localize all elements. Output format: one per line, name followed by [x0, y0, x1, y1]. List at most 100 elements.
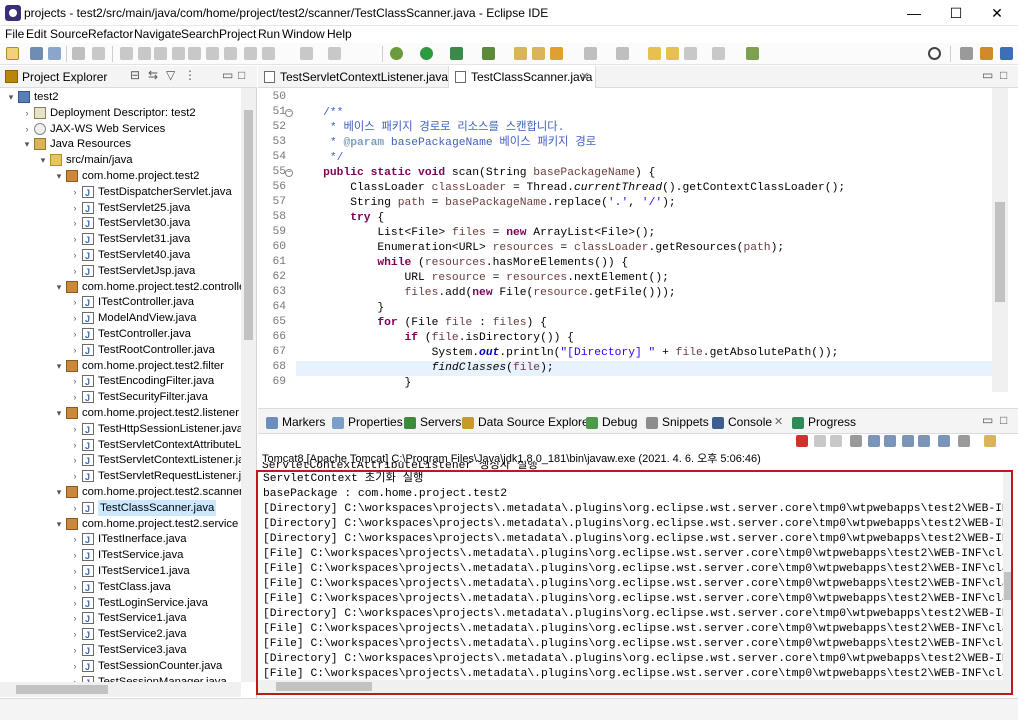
- view-menu-icon[interactable]: ⋮: [184, 68, 196, 82]
- menu-search[interactable]: Search: [181, 27, 219, 41]
- menu-file[interactable]: File: [5, 27, 24, 41]
- display-console-icon[interactable]: [958, 435, 970, 447]
- new-package-icon[interactable]: [532, 47, 545, 60]
- expand-arrow-icon[interactable]: ›: [70, 579, 80, 595]
- open-console-icon[interactable]: [984, 435, 996, 447]
- scroll-thumb[interactable]: [16, 685, 108, 694]
- run-icon[interactable]: [420, 47, 433, 60]
- tree-item[interactable]: ▾ com.home.project.test2.scanner: [0, 484, 241, 500]
- java-perspective-icon[interactable]: [1000, 47, 1013, 60]
- tree-item[interactable]: › TestServletRequestListener.java: [0, 468, 242, 485]
- tab-testclassscanner[interactable]: TestClassScanner.java ✕: [448, 66, 596, 88]
- resume-icon[interactable]: [138, 47, 151, 60]
- tree-item[interactable]: › TestService2.java: [0, 626, 241, 643]
- scroll-thumb[interactable]: [995, 202, 1005, 302]
- tree-vertical-scrollbar[interactable]: [241, 88, 256, 682]
- paragraph-icon[interactable]: [328, 47, 341, 60]
- new-class-icon[interactable]: [550, 47, 563, 60]
- scroll-thumb[interactable]: [1004, 572, 1011, 600]
- filter-icon[interactable]: ▽: [166, 68, 175, 82]
- step-return-icon[interactable]: [224, 47, 237, 60]
- tree-item[interactable]: › TestServlet30.java: [0, 215, 241, 232]
- console-output[interactable]: ServletContext 초기화 실행 basePackage : com.h…: [256, 470, 1013, 695]
- next-annotation-icon[interactable]: [666, 47, 679, 60]
- open-type-icon[interactable]: [584, 47, 597, 60]
- tree-item[interactable]: › TestSessionManager.java: [0, 674, 241, 682]
- forward-icon[interactable]: [712, 47, 725, 60]
- step-over-icon[interactable]: [206, 47, 219, 60]
- prev-annotation-icon[interactable]: [648, 47, 661, 60]
- search-icon[interactable]: [928, 47, 941, 60]
- expand-arrow-icon[interactable]: ›: [22, 121, 32, 137]
- back-icon[interactable]: [684, 47, 697, 60]
- tree-item[interactable]: ▾ com.home.project.test2.controller: [0, 279, 241, 295]
- editor-vertical-scrollbar[interactable]: [992, 88, 1008, 392]
- collapse-arrow-icon[interactable]: ▾: [54, 405, 64, 421]
- console-horizontal-scrollbar[interactable]: [258, 680, 1011, 693]
- expand-arrow-icon[interactable]: ›: [70, 610, 80, 626]
- open-perspective-icon[interactable]: [960, 47, 973, 60]
- tree-item[interactable]: › Deployment Descriptor: test2: [0, 105, 241, 121]
- expand-arrow-icon[interactable]: ›: [70, 200, 80, 216]
- tree-item[interactable]: › ITestService.java: [0, 547, 241, 564]
- java-ee-perspective-icon[interactable]: [980, 47, 993, 60]
- tree-item[interactable]: ▾ com.home.project.test2.listener: [0, 405, 241, 421]
- code-area[interactable]: /** * 베이스 패키지 경로로 리소스를 스캔합니다. * @param b…: [296, 88, 992, 392]
- expand-arrow-icon[interactable]: ›: [70, 547, 80, 563]
- expand-arrow-icon[interactable]: ›: [22, 105, 32, 121]
- show-on-error-icon[interactable]: [918, 435, 930, 447]
- remove-all-icon[interactable]: [830, 435, 842, 447]
- tree-item[interactable]: › TestService3.java: [0, 642, 241, 659]
- expand-arrow-icon[interactable]: ›: [70, 215, 80, 231]
- print-icon[interactable]: [72, 47, 85, 60]
- pin-icon[interactable]: [300, 47, 313, 60]
- menu-edit[interactable]: Edit: [26, 27, 47, 41]
- collapse-arrow-icon[interactable]: ▾: [54, 484, 64, 500]
- expand-arrow-icon[interactable]: ›: [70, 531, 80, 547]
- external-tools-icon[interactable]: [482, 47, 495, 60]
- tree-item[interactable]: › TestServletContextListener.java: [0, 452, 242, 469]
- expand-arrow-icon[interactable]: ›: [70, 437, 80, 453]
- project-explorer-tab[interactable]: Project Explorer: [22, 70, 107, 84]
- tab-testservletcontextlistener[interactable]: TestServletContextListener.java: [258, 66, 448, 88]
- collapse-arrow-icon[interactable]: ▾: [22, 136, 32, 152]
- save-all-icon[interactable]: [48, 47, 61, 60]
- tree-item[interactable]: ▾ src/main/java: [0, 152, 241, 168]
- expand-arrow-icon[interactable]: ›: [70, 263, 80, 279]
- maximize-editor-icon[interactable]: □: [1000, 68, 1007, 82]
- fold-toggle-icon[interactable]: −: [285, 109, 293, 117]
- new-java-project-icon[interactable]: [514, 47, 527, 60]
- scroll-thumb[interactable]: [276, 682, 372, 691]
- expand-arrow-icon[interactable]: ›: [70, 452, 80, 468]
- expand-arrow-icon[interactable]: ›: [70, 468, 80, 484]
- expand-arrow-icon[interactable]: ›: [70, 642, 80, 658]
- debug-icon[interactable]: [390, 47, 403, 60]
- expand-arrow-icon[interactable]: ›: [70, 500, 80, 516]
- tree-item[interactable]: ▾ test2: [0, 89, 241, 105]
- collapse-arrow-icon[interactable]: ▾: [54, 358, 64, 374]
- tree-item[interactable]: › TestServletJsp.java: [0, 263, 241, 280]
- search-tool-icon[interactable]: [616, 47, 629, 60]
- close-tab-icon[interactable]: ✕: [774, 415, 783, 428]
- collapse-arrow-icon[interactable]: ▾: [6, 89, 16, 105]
- show-on-output-icon[interactable]: [902, 435, 914, 447]
- tree-item[interactable]: › TestClassScanner.java: [0, 499, 241, 517]
- pin-editor-icon[interactable]: [746, 47, 759, 60]
- expand-arrow-icon[interactable]: ›: [70, 310, 80, 326]
- tree-item[interactable]: › TestController.java: [0, 326, 241, 343]
- new-icon[interactable]: [6, 47, 19, 60]
- tree-item[interactable]: ▾ com.home.project.test2: [0, 168, 241, 184]
- tree-item[interactable]: › ModelAndView.java: [0, 310, 241, 327]
- tree-item[interactable]: › TestServlet31.java: [0, 231, 241, 248]
- disconnect-icon[interactable]: [172, 47, 185, 60]
- tree-item[interactable]: › TestSecurityFilter.java: [0, 389, 241, 406]
- maximize-view-icon[interactable]: □: [238, 68, 245, 82]
- collapse-arrow-icon[interactable]: ▾: [38, 152, 48, 168]
- maximize-panel-icon[interactable]: □: [1000, 413, 1007, 427]
- close-button[interactable]: ✕: [975, 0, 1018, 26]
- word-wrap-icon[interactable]: [884, 435, 896, 447]
- collapse-arrow-icon[interactable]: ▾: [54, 168, 64, 184]
- remove-launch-icon[interactable]: [814, 435, 826, 447]
- maximize-button[interactable]: ☐: [934, 0, 978, 26]
- drop-to-frame-icon[interactable]: [244, 47, 257, 60]
